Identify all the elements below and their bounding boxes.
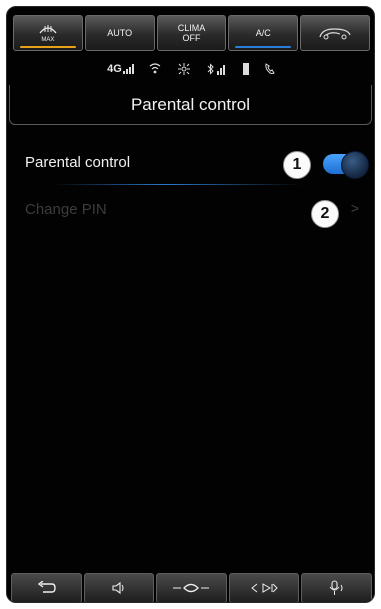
nav-icon [173, 583, 210, 593]
parental-control-row[interactable]: Parental control [25, 148, 369, 185]
fan-icon [176, 62, 192, 76]
callout-2: 2 [311, 200, 339, 228]
toggle-knob [341, 151, 369, 179]
volume-icon [112, 581, 124, 595]
defrost-max-button[interactable]: MAX [13, 15, 83, 51]
ac-indicator [235, 46, 292, 48]
clima-off-label: OFF [182, 33, 201, 43]
recirculation-button[interactable] [300, 15, 370, 51]
auto-button[interactable]: AUTO [84, 15, 155, 51]
bottom-nav-bar [11, 573, 372, 602]
row-divider [53, 184, 303, 185]
phone-icon [264, 63, 276, 75]
chevron-right-icon: > [350, 200, 359, 216]
climate-bar: MAX AUTO CLIMA OFF A/C [13, 15, 370, 53]
page-header: Parental control [9, 85, 372, 125]
battery-icon [242, 62, 250, 76]
voice-button[interactable] [301, 573, 372, 602]
4g-signal-icon: 4G [107, 63, 134, 75]
wifi-icon [148, 63, 162, 75]
auto-label: AUTO [107, 28, 133, 38]
page-title: Parental control [130, 95, 251, 114]
defrost-max-label: MAX [41, 36, 55, 43]
status-bar: 4G [7, 57, 374, 81]
media-button[interactable] [228, 573, 300, 602]
volume-button[interactable] [83, 573, 155, 602]
clima-label: CLIMA [177, 23, 206, 33]
recirculation-icon [319, 28, 351, 40]
change-pin-label: Change PIN [25, 201, 107, 218]
infotainment-screen: MAX AUTO CLIMA OFF A/C 4G Parental contr… [6, 6, 375, 603]
parental-control-toggle[interactable] [323, 151, 369, 179]
back-icon [38, 581, 56, 593]
media-icon [251, 583, 278, 593]
nav-button[interactable] [156, 573, 227, 602]
parental-control-label: Parental control [25, 154, 131, 171]
voice-icon [329, 580, 343, 595]
network-label: 4G [107, 63, 122, 75]
bluetooth-signal-icon [206, 63, 228, 75]
clima-off-button[interactable]: CLIMA OFF [156, 15, 227, 51]
back-button[interactable] [11, 573, 82, 602]
callout-1: 1 [283, 151, 311, 179]
defrost-indicator [20, 46, 76, 48]
ac-label: A/C [255, 28, 271, 38]
ac-button[interactable]: A/C [228, 15, 299, 51]
defrost-icon [39, 24, 57, 33]
